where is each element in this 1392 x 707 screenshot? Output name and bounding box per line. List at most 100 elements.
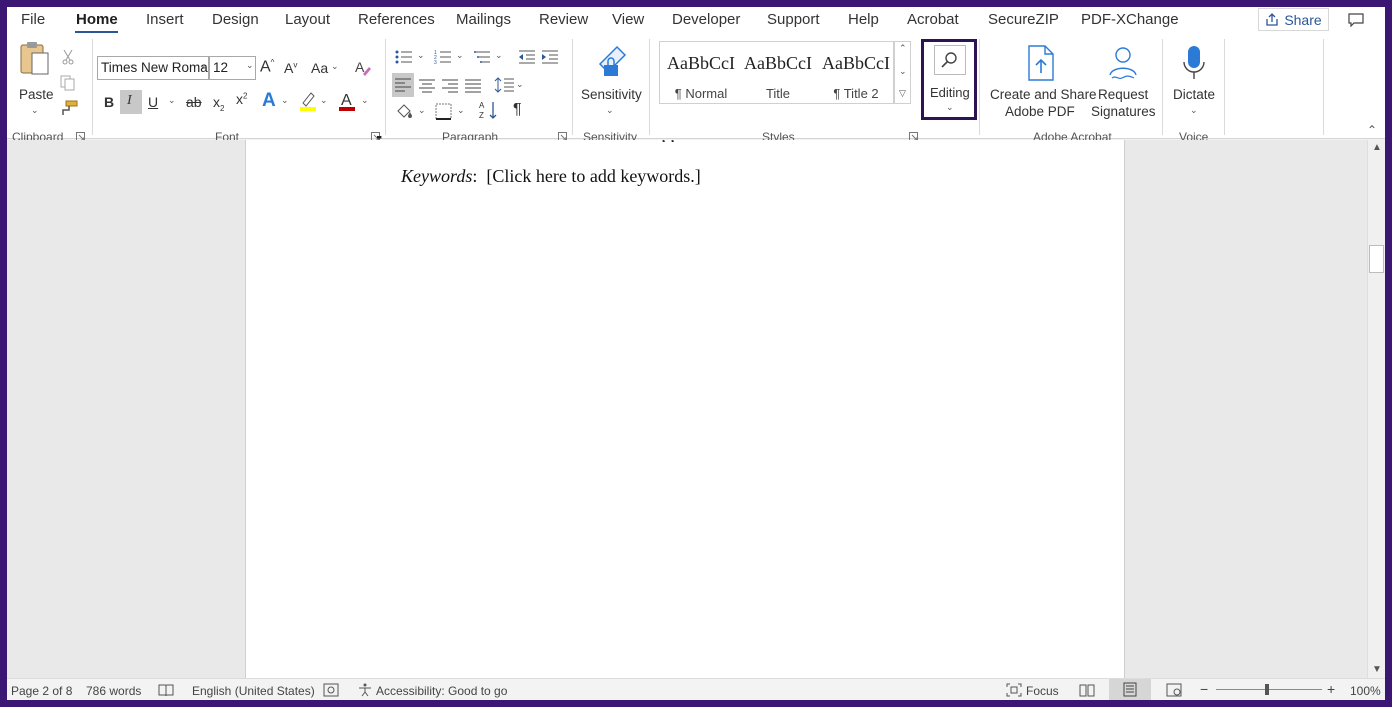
strikethrough-icon[interactable]: ab — [186, 94, 202, 110]
sensitivity-button[interactable]: Sensitivity — [581, 87, 642, 102]
keywords-placeholder[interactable]: [Click here to add keywords.] — [486, 166, 700, 186]
tab-acrobat[interactable]: Acrobat — [907, 11, 959, 28]
zoom-level[interactable]: 100% — [1350, 684, 1381, 698]
scroll-up-icon[interactable]: ▲ — [1372, 142, 1382, 153]
text-effects-dropdown-icon[interactable]: ⌄ — [281, 95, 289, 106]
sort-icon[interactable]: AZ — [478, 99, 500, 121]
proofing-icon[interactable] — [157, 682, 175, 698]
request-signatures-icon[interactable] — [1103, 43, 1143, 83]
tab-design[interactable]: Design — [212, 11, 259, 28]
bullets-icon[interactable] — [394, 48, 414, 66]
bold-button[interactable]: B — [104, 94, 114, 110]
read-mode-icon[interactable] — [1078, 682, 1096, 698]
scroll-thumb[interactable] — [1369, 245, 1384, 273]
style-normal[interactable]: AaBbCcI ¶ Normal — [662, 42, 740, 104]
font-name-field[interactable]: Times New Roma — [97, 56, 209, 80]
paste-icon[interactable] — [16, 41, 54, 77]
highlight-dropdown-icon[interactable]: ⌄ — [320, 95, 328, 106]
highlight-icon[interactable] — [299, 90, 317, 112]
change-case-dropdown-icon[interactable]: ⌄ — [331, 61, 339, 72]
shading-dropdown-icon[interactable]: ⌄ — [418, 105, 426, 116]
tab-file[interactable]: File — [21, 11, 45, 28]
cut-icon[interactable] — [59, 48, 77, 66]
zoom-slider-thumb[interactable] — [1265, 684, 1269, 695]
paste-label[interactable]: Paste — [19, 87, 54, 102]
tab-review[interactable]: Review — [539, 11, 588, 28]
copy-icon[interactable] — [59, 74, 77, 92]
accessibility-status[interactable]: Accessibility: Good to go — [376, 684, 507, 698]
word-count[interactable]: 786 words — [86, 684, 141, 698]
font-name-dropdown-icon[interactable]: ⌄ — [199, 60, 207, 71]
tab-home[interactable]: Home — [76, 11, 118, 28]
create-pdf-icon[interactable] — [1023, 43, 1059, 83]
bullets-dropdown-icon[interactable]: ⌄ — [417, 50, 425, 61]
italic-button-active[interactable]: I — [120, 90, 142, 114]
grow-font-icon[interactable]: A^ — [260, 58, 274, 76]
tab-securezip[interactable]: SecureZIP — [988, 11, 1059, 28]
font-size-dropdown-icon[interactable]: ⌄ — [246, 60, 254, 71]
sensitivity-icon[interactable] — [594, 41, 630, 81]
zoom-out-icon[interactable]: − — [1200, 681, 1208, 697]
styles-more-icon[interactable]: ▽ — [899, 88, 906, 99]
tab-mailings[interactable]: Mailings — [456, 11, 511, 28]
show-formatting-marks-icon[interactable]: ¶ — [513, 101, 522, 119]
focus-icon[interactable] — [1005, 682, 1023, 698]
keywords-line[interactable]: Keywords: [Click here to add keywords.] — [401, 166, 701, 187]
request-label-2[interactable]: Signatures — [1091, 104, 1156, 119]
document-page[interactable]: ▪ , , Keywords: [Click here to add keywo… — [245, 136, 1125, 678]
tab-references[interactable]: References — [358, 11, 435, 28]
paste-dropdown-icon[interactable]: ⌄ — [31, 105, 39, 116]
numbering-icon[interactable]: 123 — [433, 48, 453, 66]
style-title[interactable]: AaBbCcI Title — [739, 42, 817, 104]
tab-support[interactable]: Support — [767, 11, 820, 28]
tab-developer[interactable]: Developer — [672, 11, 740, 28]
comments-button[interactable] — [1336, 8, 1376, 31]
shading-icon[interactable] — [394, 101, 416, 121]
clear-formatting-icon[interactable]: A — [353, 57, 373, 77]
line-spacing-icon[interactable] — [493, 75, 515, 95]
print-layout-button-active[interactable] — [1109, 679, 1151, 700]
zoom-slider-track[interactable] — [1216, 689, 1322, 690]
tab-pdf-xchange[interactable]: PDF-XChange — [1081, 11, 1179, 28]
editing-highlight-box[interactable]: Editing ⌄ — [921, 39, 977, 120]
tab-insert[interactable]: Insert — [146, 11, 184, 28]
underline-dropdown-icon[interactable]: ⌄ — [168, 95, 176, 106]
multilevel-dropdown-icon[interactable]: ⌄ — [495, 50, 503, 61]
accessibility-icon[interactable] — [356, 682, 374, 698]
font-color-dropdown-icon[interactable]: ⌄ — [361, 95, 369, 106]
zoom-in-icon[interactable]: + — [1327, 681, 1335, 697]
collapse-ribbon-icon[interactable]: ⌃ — [1367, 123, 1377, 137]
decrease-indent-icon[interactable] — [517, 48, 537, 66]
web-layout-icon[interactable] — [1165, 682, 1183, 698]
dictate-dropdown-icon[interactable]: ⌄ — [1190, 105, 1198, 116]
create-share-label-1[interactable]: Create and Share — [990, 87, 1097, 102]
text-effects-icon[interactable]: A — [262, 90, 276, 112]
align-center-icon[interactable] — [417, 77, 437, 95]
format-painter-icon[interactable] — [59, 99, 79, 117]
tab-view[interactable]: View — [612, 11, 644, 28]
tab-help[interactable]: Help — [848, 11, 879, 28]
request-label-1[interactable]: Request — [1098, 87, 1148, 102]
style-title-2[interactable]: AaBbCcI ¶ Title 2 — [817, 42, 895, 104]
borders-icon[interactable] — [433, 101, 453, 121]
create-share-label-2[interactable]: Adobe PDF — [1005, 104, 1075, 119]
scroll-down-icon[interactable]: ▼ — [1372, 664, 1382, 675]
justify-icon[interactable] — [463, 77, 483, 95]
align-right-icon[interactable] — [440, 77, 460, 95]
change-case-button[interactable]: Aa — [311, 60, 328, 76]
tab-layout[interactable]: Layout — [285, 11, 330, 28]
language[interactable]: English (United States) — [192, 684, 315, 698]
borders-dropdown-icon[interactable]: ⌄ — [457, 105, 465, 116]
font-color-icon[interactable]: A — [338, 90, 356, 112]
underline-button[interactable]: U — [148, 94, 158, 110]
align-left-button-active[interactable] — [392, 73, 414, 97]
subscript-icon[interactable]: x2 — [213, 94, 224, 113]
line-spacing-dropdown-icon[interactable]: ⌄ — [516, 79, 524, 90]
page-count[interactable]: Page 2 of 8 — [11, 684, 72, 698]
vertical-scrollbar[interactable]: ▲ ▼ — [1367, 140, 1385, 678]
microphone-icon[interactable] — [1179, 43, 1209, 83]
styles-down-icon[interactable]: ⌄ — [899, 66, 907, 77]
dictate-button[interactable]: Dictate — [1173, 87, 1215, 102]
focus-button[interactable]: Focus — [1026, 684, 1059, 698]
multilevel-list-icon[interactable] — [473, 48, 493, 66]
